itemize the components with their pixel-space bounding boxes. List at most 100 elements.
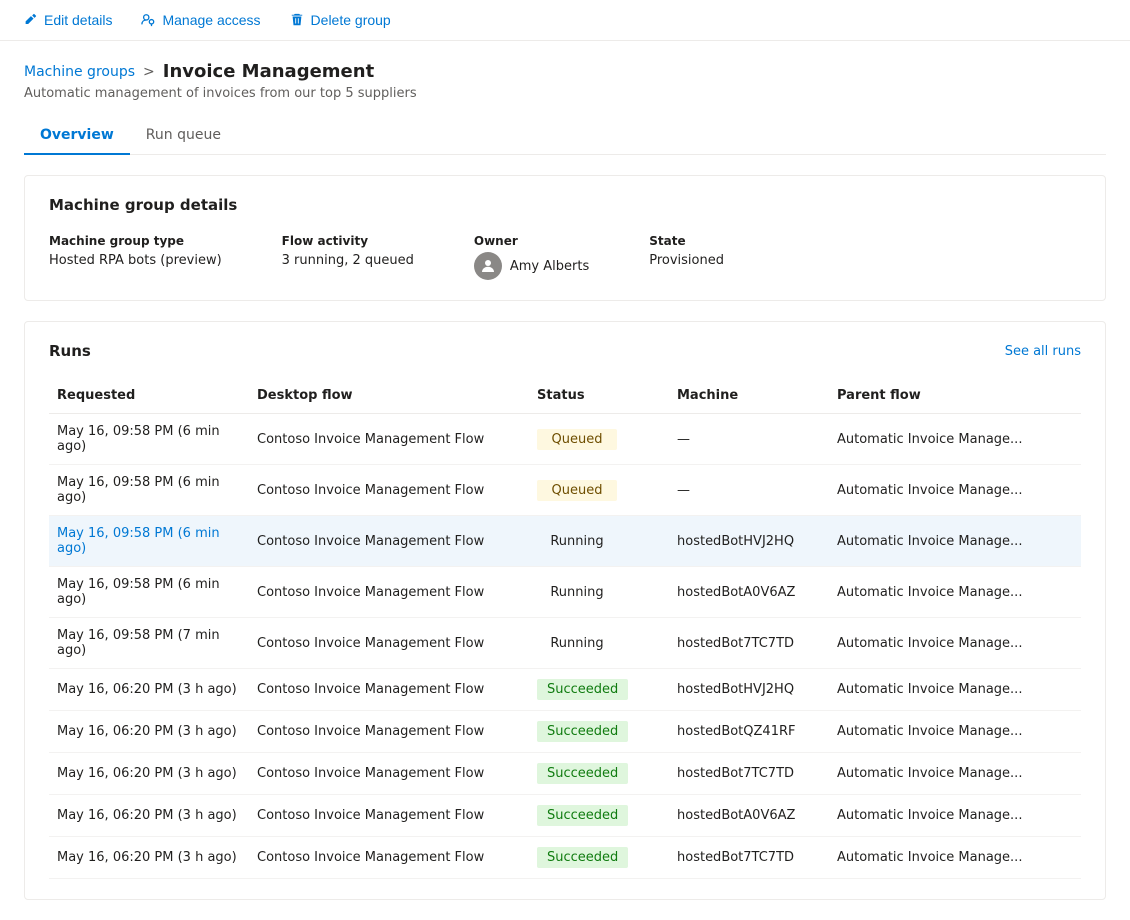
breadcrumb: Machine groups > Invoice Management bbox=[24, 61, 1106, 82]
table-row: May 16, 06:20 PM (3 h ago)Contoso Invoic… bbox=[49, 711, 1081, 753]
cell-requested: May 16, 09:58 PM (6 min ago) bbox=[49, 414, 249, 465]
runs-card: Runs See all runs Requested Desktop flow… bbox=[24, 321, 1106, 900]
cell-parent-flow: Automatic Invoice Manage... bbox=[829, 795, 1081, 837]
cell-requested[interactable]: May 16, 09:58 PM (6 min ago) bbox=[49, 516, 249, 567]
cell-machine: hostedBot7TC7TD bbox=[669, 753, 829, 795]
cell-requested: May 16, 09:58 PM (6 min ago) bbox=[49, 567, 249, 618]
delete-icon bbox=[289, 12, 305, 28]
cell-requested: May 16, 06:20 PM (3 h ago) bbox=[49, 795, 249, 837]
detail-flow-activity: Flow activity 3 running, 2 queued bbox=[282, 234, 414, 268]
state-label: State bbox=[649, 234, 724, 248]
cell-desktop-flow: Contoso Invoice Management Flow bbox=[249, 669, 529, 711]
table-row: May 16, 06:20 PM (3 h ago)Contoso Invoic… bbox=[49, 669, 1081, 711]
cell-requested: May 16, 06:20 PM (3 h ago) bbox=[49, 669, 249, 711]
col-header-requested: Requested bbox=[49, 380, 249, 414]
details-grid: Machine group type Hosted RPA bots (prev… bbox=[49, 234, 1081, 280]
state-value: Provisioned bbox=[649, 253, 724, 268]
page-title: Invoice Management bbox=[163, 61, 374, 82]
detail-type: Machine group type Hosted RPA bots (prev… bbox=[49, 234, 222, 268]
cell-desktop-flow: Contoso Invoice Management Flow bbox=[249, 516, 529, 567]
cell-desktop-flow: Contoso Invoice Management Flow bbox=[249, 795, 529, 837]
tab-overview[interactable]: Overview bbox=[24, 117, 130, 155]
tab-run-queue[interactable]: Run queue bbox=[130, 117, 237, 155]
cell-machine: — bbox=[669, 414, 829, 465]
cell-desktop-flow: Contoso Invoice Management Flow bbox=[249, 618, 529, 669]
owner-label: Owner bbox=[474, 234, 589, 248]
toolbar: Edit details Manage access Delete group bbox=[0, 0, 1130, 41]
edit-details-button[interactable]: Edit details bbox=[20, 8, 114, 32]
status-badge: Succeeded bbox=[537, 847, 628, 868]
cell-desktop-flow: Contoso Invoice Management Flow bbox=[249, 753, 529, 795]
cell-machine: hostedBotHVJ2HQ bbox=[669, 516, 829, 567]
page-description: Automatic management of invoices from ou… bbox=[24, 86, 1106, 101]
cell-machine: hostedBot7TC7TD bbox=[669, 837, 829, 879]
status-badge: Succeeded bbox=[537, 805, 628, 826]
cell-desktop-flow: Contoso Invoice Management Flow bbox=[249, 837, 529, 879]
status-badge: Running bbox=[537, 582, 617, 603]
runs-header: Runs See all runs bbox=[49, 342, 1081, 360]
table-row: May 16, 09:58 PM (6 min ago)Contoso Invo… bbox=[49, 567, 1081, 618]
owner-wrapper: Amy Alberts bbox=[474, 252, 589, 280]
cell-status: Succeeded bbox=[529, 711, 669, 753]
status-badge: Queued bbox=[537, 429, 617, 450]
cell-status: Succeeded bbox=[529, 837, 669, 879]
table-row: May 16, 09:58 PM (6 min ago)Contoso Invo… bbox=[49, 465, 1081, 516]
cell-status: Succeeded bbox=[529, 795, 669, 837]
cell-machine: hostedBotQZ41RF bbox=[669, 711, 829, 753]
tabs: Overview Run queue bbox=[24, 117, 1106, 155]
cell-parent-flow: Automatic Invoice Manage... bbox=[829, 567, 1081, 618]
cell-parent-flow: Automatic Invoice Manage... bbox=[829, 669, 1081, 711]
runs-table: Requested Desktop flow Status Machine Pa… bbox=[49, 380, 1081, 879]
type-label: Machine group type bbox=[49, 234, 222, 248]
table-row: May 16, 06:20 PM (3 h ago)Contoso Invoic… bbox=[49, 795, 1081, 837]
cell-status: Running bbox=[529, 567, 669, 618]
status-badge: Running bbox=[537, 633, 617, 654]
cell-machine: hostedBotA0V6AZ bbox=[669, 795, 829, 837]
cell-machine: hostedBot7TC7TD bbox=[669, 618, 829, 669]
cell-status: Running bbox=[529, 618, 669, 669]
table-body: May 16, 09:58 PM (6 min ago)Contoso Invo… bbox=[49, 414, 1081, 879]
manage-access-icon bbox=[140, 12, 156, 28]
status-badge: Succeeded bbox=[537, 679, 628, 700]
flow-activity-label: Flow activity bbox=[282, 234, 414, 248]
cell-parent-flow: Automatic Invoice Manage... bbox=[829, 465, 1081, 516]
owner-name: Amy Alberts bbox=[510, 259, 589, 274]
cell-status: Queued bbox=[529, 465, 669, 516]
machine-group-details-card: Machine group details Machine group type… bbox=[24, 175, 1106, 301]
cell-machine: hostedBotA0V6AZ bbox=[669, 567, 829, 618]
table-row: May 16, 09:58 PM (7 min ago)Contoso Invo… bbox=[49, 618, 1081, 669]
requested-link[interactable]: May 16, 09:58 PM (6 min ago) bbox=[57, 526, 220, 556]
cell-parent-flow: Automatic Invoice Manage... bbox=[829, 516, 1081, 567]
flow-activity-value: 3 running, 2 queued bbox=[282, 253, 414, 268]
table-row: May 16, 06:20 PM (3 h ago)Contoso Invoic… bbox=[49, 837, 1081, 879]
cell-desktop-flow: Contoso Invoice Management Flow bbox=[249, 465, 529, 516]
type-value: Hosted RPA bots (preview) bbox=[49, 253, 222, 268]
table-row: May 16, 06:20 PM (3 h ago)Contoso Invoic… bbox=[49, 753, 1081, 795]
runs-title: Runs bbox=[49, 342, 91, 360]
breadcrumb-parent-link[interactable]: Machine groups bbox=[24, 64, 135, 80]
cell-machine: — bbox=[669, 465, 829, 516]
col-header-machine: Machine bbox=[669, 380, 829, 414]
cell-parent-flow: Automatic Invoice Manage... bbox=[829, 711, 1081, 753]
cell-desktop-flow: Contoso Invoice Management Flow bbox=[249, 567, 529, 618]
cell-requested: May 16, 09:58 PM (7 min ago) bbox=[49, 618, 249, 669]
cell-parent-flow: Automatic Invoice Manage... bbox=[829, 753, 1081, 795]
detail-state: State Provisioned bbox=[649, 234, 724, 268]
cell-requested: May 16, 06:20 PM (3 h ago) bbox=[49, 753, 249, 795]
cell-desktop-flow: Contoso Invoice Management Flow bbox=[249, 414, 529, 465]
see-all-runs-link[interactable]: See all runs bbox=[1005, 344, 1081, 359]
manage-access-button[interactable]: Manage access bbox=[138, 8, 262, 32]
detail-owner: Owner Amy Alberts bbox=[474, 234, 589, 280]
cell-parent-flow: Automatic Invoice Manage... bbox=[829, 618, 1081, 669]
cell-status: Succeeded bbox=[529, 669, 669, 711]
col-header-parent-flow: Parent flow bbox=[829, 380, 1081, 414]
cell-machine: hostedBotHVJ2HQ bbox=[669, 669, 829, 711]
details-card-title: Machine group details bbox=[49, 196, 1081, 214]
table-row: May 16, 09:58 PM (6 min ago) Contoso Invo… bbox=[49, 516, 1081, 567]
delete-group-button[interactable]: Delete group bbox=[287, 8, 393, 32]
table-row: May 16, 09:58 PM (6 min ago)Contoso Invo… bbox=[49, 414, 1081, 465]
cell-requested: May 16, 06:20 PM (3 h ago) bbox=[49, 711, 249, 753]
cell-parent-flow: Automatic Invoice Manage... bbox=[829, 837, 1081, 879]
cell-requested: May 16, 06:20 PM (3 h ago) bbox=[49, 837, 249, 879]
cell-parent-flow: Automatic Invoice Manage... bbox=[829, 414, 1081, 465]
